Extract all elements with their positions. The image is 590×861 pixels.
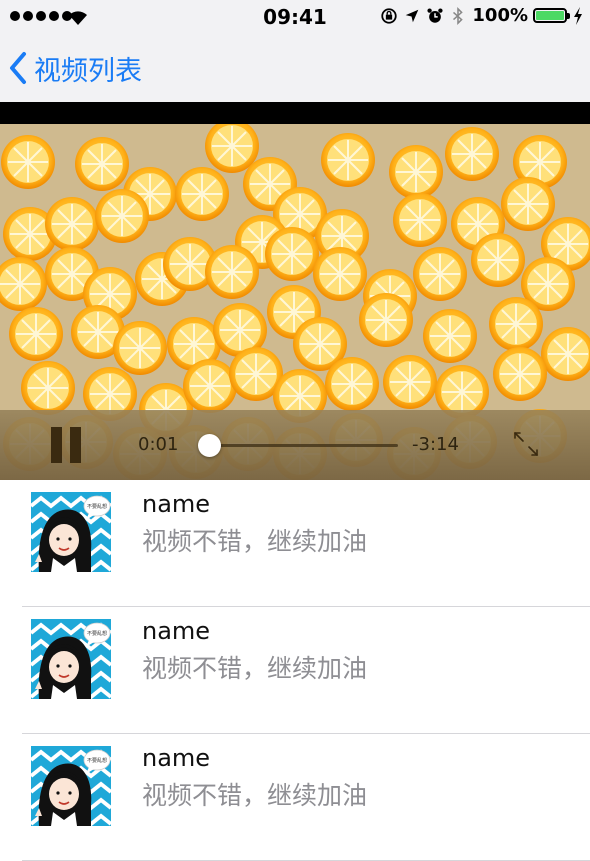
time-elapsed: 0:01 [138,434,179,455]
avatar[interactable]: 不要乱想 [31,746,111,826]
pause-icon [51,427,62,463]
alarm-icon [427,7,443,23]
back-button-label: 视频列表 [34,55,142,87]
nav-bar: 视频列表 [0,34,590,102]
progress-scrubber[interactable] [197,434,398,457]
svg-text:不要乱想: 不要乱想 [87,503,107,510]
list-item[interactable]: 不要乱想 name 视频不错，继续加油 [0,607,590,734]
list-item[interactable]: 不要乱想 name 视频不错，继续加油 [0,480,590,607]
comment-username: name [142,617,211,645]
expand-arrows-icon [514,432,538,456]
fullscreen-button[interactable] [512,430,540,458]
avatar[interactable]: 不要乱想 [31,492,111,572]
rotation-lock-icon [381,7,398,24]
comment-text: 视频不错，继续加油 [142,781,368,810]
battery-percent: 100% [472,5,528,26]
battery-icon [533,8,570,23]
chevron-left-icon [10,52,26,84]
list-item[interactable]: 不要乱想 name 视频不错，继续加油 [0,734,590,861]
video-player[interactable]: 0:01 -3:14 [0,102,590,480]
location-arrow-icon [406,9,419,22]
charging-bolt-icon [574,6,582,25]
comment-text: 视频不错，继续加油 [142,527,368,556]
comment-username: name [142,490,211,518]
status-bar: 09:41 100% [0,0,590,34]
avatar[interactable]: 不要乱想 [31,619,111,699]
comment-username: name [142,744,211,772]
svg-text:不要乱想: 不要乱想 [87,630,107,637]
back-button[interactable]: 视频列表 [8,46,142,90]
scrubber-knob[interactable] [197,434,221,457]
bluetooth-icon [453,6,464,25]
svg-text:不要乱想: 不要乱想 [87,757,107,764]
player-controls: 0:01 -3:14 [0,410,590,480]
comment-text: 视频不错，继续加油 [142,654,368,683]
time-remaining: -3:14 [412,434,459,455]
pause-button[interactable] [48,427,84,463]
